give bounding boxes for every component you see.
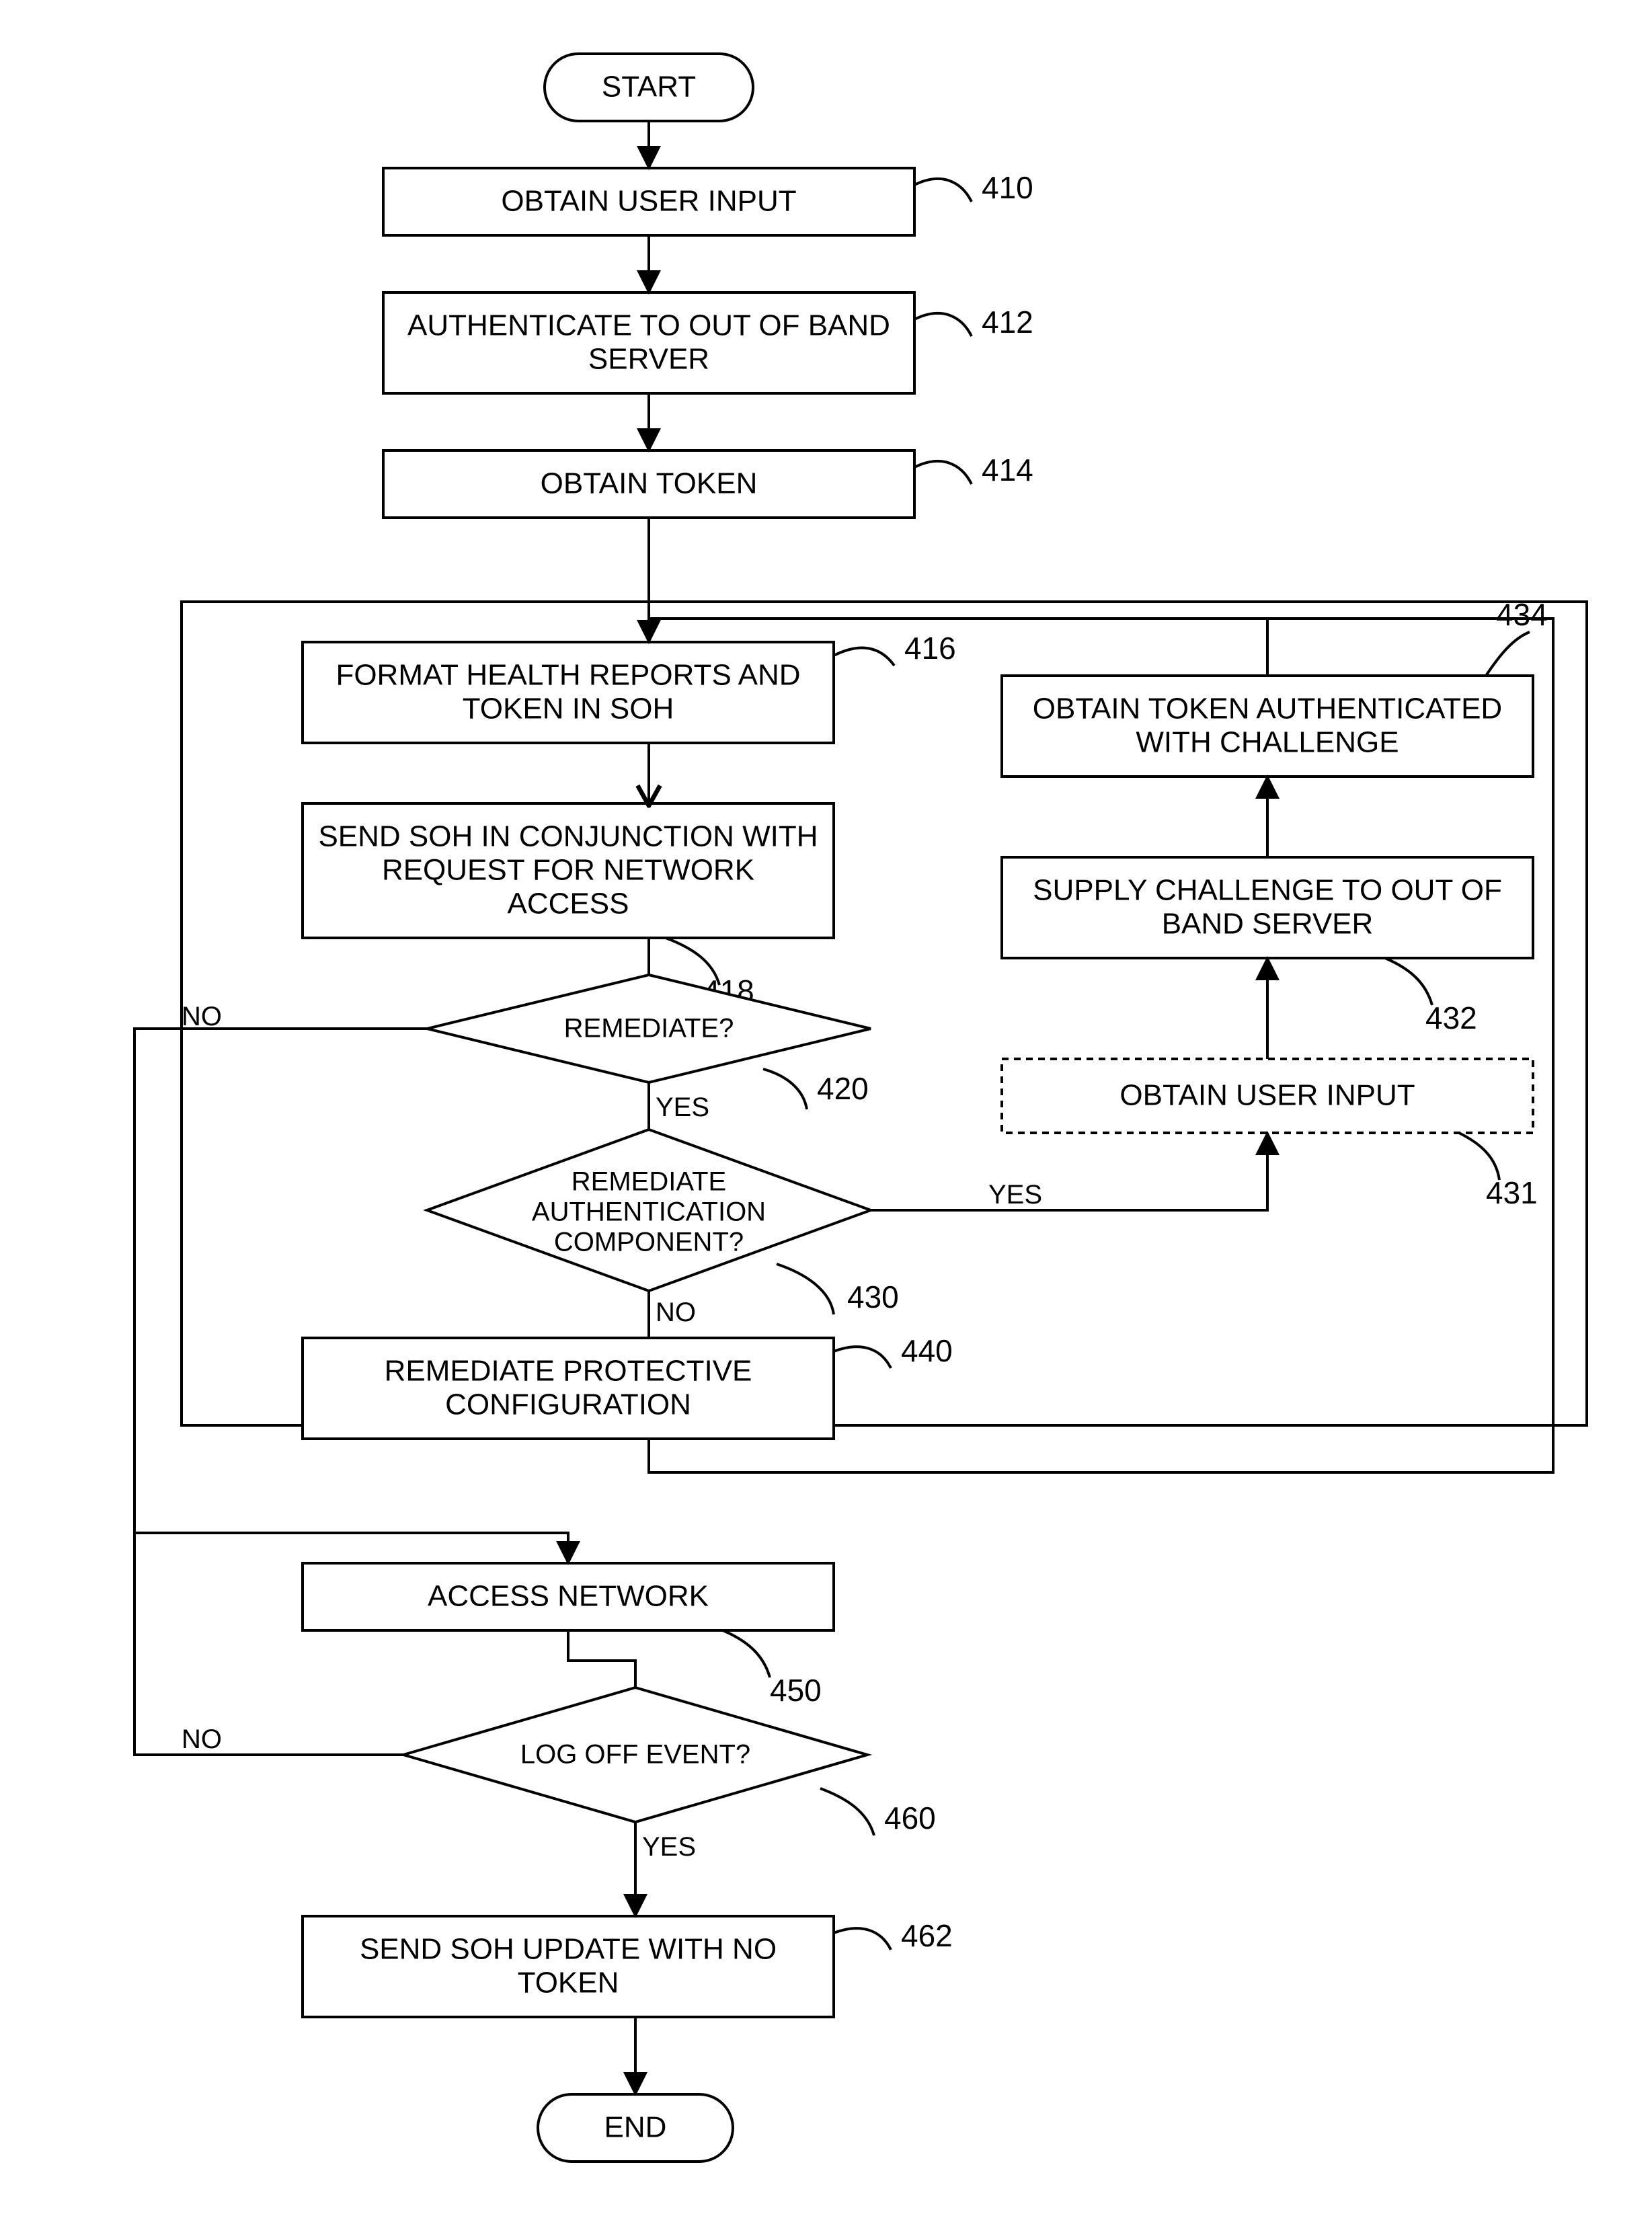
- svg-text:BAND SERVER: BAND SERVER: [1162, 908, 1374, 941]
- box-obtain-token-auth-challenge: OBTAIN TOKEN AUTHENTICATED WITH CHALLENG…: [1002, 676, 1533, 777]
- box-authenticate-oob-server: AUTHENTICATE TO OUT OF BAND SERVER: [383, 292, 914, 393]
- flow-420no-450: [134, 1029, 568, 1563]
- flow-450-460: [568, 1630, 635, 1688]
- ref-462: 462: [901, 1918, 953, 1953]
- terminal-start-label: START: [602, 71, 696, 104]
- svg-text:SEND SOH IN CONJUNCTION WITH: SEND SOH IN CONJUNCTION WITH: [318, 820, 818, 853]
- decision-remediate: REMEDIATE?: [427, 975, 871, 1082]
- ref-432: 432: [1425, 1000, 1477, 1035]
- svg-text:WITH CHALLENGE: WITH CHALLENGE: [1136, 726, 1399, 759]
- ref-410: 410: [982, 170, 1033, 205]
- svg-text:SERVER: SERVER: [588, 343, 709, 376]
- no-420: NO: [182, 1002, 222, 1031]
- svg-text:AUTHENTICATE TO OUT OF BAND: AUTHENTICATE TO OUT OF BAND: [407, 309, 890, 342]
- no-460: NO: [182, 1725, 222, 1754]
- ref-450: 450: [770, 1673, 822, 1708]
- svg-text:ACCESS NETWORK: ACCESS NETWORK: [428, 1580, 709, 1613]
- ref-431: 431: [1486, 1175, 1538, 1210]
- box-access-network: ACCESS NETWORK: [303, 1563, 834, 1630]
- decision-remediate-auth: REMEDIATE AUTHENTICATION COMPONENT?: [427, 1130, 871, 1291]
- ref-414: 414: [982, 452, 1033, 487]
- terminal-end: END: [538, 2094, 733, 2162]
- svg-text:REMEDIATE PROTECTIVE: REMEDIATE PROTECTIVE: [385, 1355, 752, 1388]
- svg-text:SUPPLY CHALLENGE TO OUT OF: SUPPLY CHALLENGE TO OUT OF: [1033, 874, 1502, 907]
- box-send-soh-update-no-token: SEND SOH UPDATE WITH NO TOKEN: [303, 1916, 834, 2017]
- svg-text:OBTAIN USER INPUT: OBTAIN USER INPUT: [1119, 1079, 1415, 1112]
- ref-430: 430: [847, 1279, 899, 1314]
- ref-412: 412: [982, 305, 1033, 340]
- svg-text:REMEDIATE: REMEDIATE: [572, 1167, 726, 1197]
- svg-text:SEND SOH UPDATE WITH NO: SEND SOH UPDATE WITH NO: [360, 1933, 777, 1966]
- ref-434: 434: [1496, 597, 1548, 632]
- svg-text:LOG OFF EVENT?: LOG OFF EVENT?: [520, 1740, 750, 1770]
- box-supply-challenge: SUPPLY CHALLENGE TO OUT OF BAND SERVER: [1002, 857, 1533, 958]
- box-obtain-user-input: OBTAIN USER INPUT: [383, 168, 914, 235]
- yes-420: YES: [656, 1093, 709, 1122]
- svg-text:ACCESS: ACCESS: [508, 887, 629, 920]
- ref-460: 460: [884, 1800, 936, 1835]
- no-430: NO: [656, 1298, 696, 1327]
- svg-text:TOKEN: TOKEN: [518, 1967, 619, 2000]
- svg-text:OBTAIN USER INPUT: OBTAIN USER INPUT: [501, 185, 796, 218]
- terminal-end-label: END: [604, 2111, 667, 2144]
- svg-text:REMEDIATE?: REMEDIATE?: [564, 1014, 734, 1043]
- ref-420: 420: [817, 1071, 869, 1106]
- yes-460: YES: [642, 1832, 696, 1862]
- yes-430: YES: [988, 1180, 1042, 1210]
- box-send-soh-request: SEND SOH IN CONJUNCTION WITH REQUEST FOR…: [303, 803, 834, 938]
- box-obtain-user-input-431: OBTAIN USER INPUT: [1002, 1059, 1533, 1133]
- ref-440: 440: [901, 1333, 953, 1368]
- box-remediate-protective: REMEDIATE PROTECTIVE CONFIGURATION: [303, 1338, 834, 1439]
- svg-text:COMPONENT?: COMPONENT?: [554, 1228, 744, 1257]
- terminal-start: START: [545, 54, 753, 121]
- svg-text:OBTAIN TOKEN AUTHENTICATED: OBTAIN TOKEN AUTHENTICATED: [1033, 692, 1502, 725]
- svg-text:FORMAT HEALTH REPORTS AND: FORMAT HEALTH REPORTS AND: [336, 659, 800, 692]
- flow-430yes-431: [871, 1133, 1267, 1210]
- ref-416: 416: [904, 631, 956, 666]
- decision-log-off: LOG OFF EVENT?: [403, 1688, 867, 1822]
- box-format-health-reports: FORMAT HEALTH REPORTS AND TOKEN IN SOH: [303, 642, 834, 743]
- svg-text:CONFIGURATION: CONFIGURATION: [445, 1388, 691, 1421]
- svg-text:OBTAIN TOKEN: OBTAIN TOKEN: [541, 467, 758, 500]
- svg-text:AUTHENTICATION: AUTHENTICATION: [532, 1197, 766, 1227]
- box-obtain-token: OBTAIN TOKEN: [383, 450, 914, 518]
- svg-text:REQUEST FOR NETWORK: REQUEST FOR NETWORK: [382, 854, 754, 887]
- svg-text:TOKEN IN SOH: TOKEN IN SOH: [463, 692, 674, 725]
